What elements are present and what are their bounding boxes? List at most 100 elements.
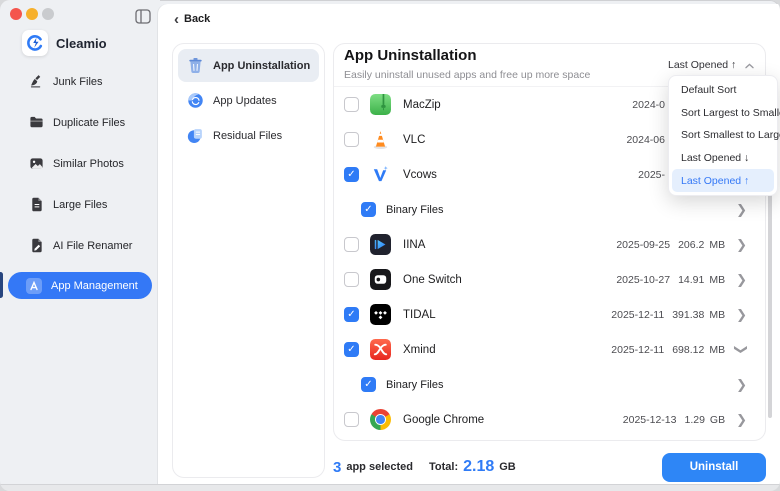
- selected-count-label: app selected: [346, 461, 413, 473]
- app-row-google-chrome[interactable]: Google Chrome 2025-12-13 1.29 GB ❯: [334, 402, 765, 437]
- sidebar-item-ai-file-renamer[interactable]: AI File Renamer: [8, 232, 152, 259]
- last-opened-date: 2025-12-11: [611, 344, 664, 356]
- binary-files-row[interactable]: Binary Files ❯: [334, 367, 765, 402]
- checkbox[interactable]: [361, 377, 376, 392]
- file-pencil-icon: [28, 238, 44, 254]
- checkbox[interactable]: [344, 342, 359, 357]
- maczip-icon: [370, 94, 391, 115]
- vlc-icon: [370, 129, 391, 150]
- sort-dropdown-trigger[interactable]: Last Opened ↑: [668, 56, 754, 74]
- chevron-right-icon[interactable]: ❯: [736, 413, 747, 426]
- document-icon: [28, 197, 44, 213]
- binary-files-row[interactable]: Binary Files ❯: [334, 192, 765, 227]
- vcows-icon: [370, 164, 391, 185]
- app-size: 206.2: [678, 239, 704, 251]
- menu-item-sort-smallest-to-largest[interactable]: Sort Smallest to Largest: [672, 124, 774, 147]
- app-size: 391.38: [672, 309, 704, 321]
- zoom-window-button[interactable]: [42, 8, 54, 20]
- page-subtitle: Easily uninstall unused apps and free up…: [344, 69, 590, 81]
- app-name-label: IINA: [403, 239, 425, 251]
- broom-icon: [28, 74, 44, 90]
- sidebar-item-similar-photos[interactable]: Similar Photos: [8, 150, 152, 177]
- sidebar-item-app-management[interactable]: App Management: [8, 272, 152, 299]
- sidebar: Cleamio Junk Files Duplicate Files Simil…: [0, 0, 160, 491]
- cleamio-logo-icon: [22, 30, 48, 56]
- total-value: 2.18: [463, 458, 494, 476]
- app-size-unit: GB: [710, 414, 725, 426]
- google-chrome-icon: [370, 409, 391, 430]
- sidebar-item-large-files[interactable]: Large Files: [8, 191, 152, 218]
- selected-count: 3: [333, 459, 341, 476]
- last-opened-date: 2025-: [638, 169, 665, 181]
- checkbox[interactable]: [344, 167, 359, 182]
- sidebar-item-label: App Management: [51, 280, 138, 292]
- folder-icon: [28, 115, 44, 131]
- total-unit: GB: [499, 461, 516, 473]
- edge-indicator: [0, 272, 3, 298]
- uninstall-button[interactable]: Uninstall: [662, 453, 766, 482]
- chevron-right-icon[interactable]: ❯: [736, 308, 747, 321]
- checkbox[interactable]: [344, 97, 359, 112]
- sub-row-label: Binary Files: [386, 204, 443, 216]
- subnav-item-app-uninstallation[interactable]: App Uninstallation: [178, 49, 319, 82]
- back-button[interactable]: ‹ Back: [174, 13, 210, 25]
- checkbox[interactable]: [361, 202, 376, 217]
- checkbox[interactable]: [344, 272, 359, 287]
- sidebar-item-label: Large Files: [53, 199, 107, 211]
- chevron-right-icon[interactable]: ❯: [736, 378, 747, 391]
- checkbox[interactable]: [344, 307, 359, 322]
- window-bottom-edge: [0, 484, 780, 491]
- chevron-left-icon: ‹: [174, 14, 179, 25]
- sidebar-item-label: Junk Files: [53, 76, 103, 88]
- app-name-label: MacZip: [403, 99, 441, 111]
- chevron-down-icon[interactable]: ❯: [735, 344, 748, 355]
- last-opened-date: 2024-06: [626, 134, 665, 146]
- close-window-button[interactable]: [10, 8, 22, 20]
- app-size: 14.91: [678, 274, 704, 286]
- app-size-unit: MB: [709, 309, 725, 321]
- app-row-iina[interactable]: IINA 2025-09-25 206.2 MB ❯: [334, 227, 765, 262]
- xmind-icon: [370, 339, 391, 360]
- subnav-item-app-updates[interactable]: App Updates: [178, 84, 319, 117]
- chevron-right-icon[interactable]: ❯: [736, 203, 747, 216]
- last-opened-date: 2024-0: [632, 99, 665, 111]
- last-opened-date: 2025-09-25: [616, 239, 670, 251]
- menu-item-sort-largest-to-smallest[interactable]: Sort Largest to Smallest: [672, 102, 774, 125]
- last-opened-date: 2025-10-27: [616, 274, 670, 286]
- menu-item-last-opened-asc[interactable]: Last Opened ↑: [672, 169, 774, 192]
- checkbox[interactable]: [344, 132, 359, 147]
- app-name: Cleamio: [56, 36, 107, 51]
- checkbox[interactable]: [344, 237, 359, 252]
- sidebar-item-junk-files[interactable]: Junk Files: [8, 68, 152, 95]
- menu-item-default-sort[interactable]: Default Sort: [672, 79, 774, 102]
- sidebar-toggle-icon[interactable]: [135, 9, 151, 24]
- subnav-item-label: App Updates: [213, 95, 277, 107]
- total-label: Total:: [429, 461, 458, 473]
- back-label: Back: [184, 13, 210, 25]
- subnav-item-label: App Uninstallation: [213, 60, 310, 72]
- app-name-label: Xmind: [403, 344, 436, 356]
- sidebar-item-label: AI File Renamer: [53, 240, 132, 252]
- subnav-item-residual-files[interactable]: Residual Files: [178, 119, 319, 152]
- app-size-unit: MB: [709, 274, 725, 286]
- menu-item-last-opened-desc[interactable]: Last Opened ↓: [672, 147, 774, 170]
- minimize-window-button[interactable]: [26, 8, 38, 20]
- last-opened-date: 2025-12-11: [611, 309, 664, 321]
- app-row-tidal[interactable]: TIDAL 2025-12-11 391.38 MB ❯: [334, 297, 765, 332]
- sidebar-item-duplicate-files[interactable]: Duplicate Files: [8, 109, 152, 136]
- photo-icon: [28, 156, 44, 172]
- app-row-one-switch[interactable]: One Switch 2025-10-27 14.91 MB ❯: [334, 262, 765, 297]
- chevron-right-icon[interactable]: ❯: [736, 273, 747, 286]
- checkbox[interactable]: [344, 412, 359, 427]
- card-header: App Uninstallation Easily uninstall unus…: [344, 47, 590, 81]
- app-size: 698.12: [672, 344, 704, 356]
- scrollbar-thumb[interactable]: [768, 190, 772, 418]
- chevron-up-icon: [745, 56, 754, 74]
- app-row-xmind[interactable]: Xmind 2025-12-11 698.12 MB ❯: [334, 332, 765, 367]
- sidebar-item-label: Duplicate Files: [53, 117, 125, 129]
- page-title: App Uninstallation: [344, 47, 590, 64]
- app-name-label: TIDAL: [403, 309, 436, 321]
- chevron-right-icon[interactable]: ❯: [736, 238, 747, 251]
- app-name-label: Vcows: [403, 169, 437, 181]
- sort-dropdown-menu: Default Sort Sort Largest to Smallest So…: [668, 75, 778, 196]
